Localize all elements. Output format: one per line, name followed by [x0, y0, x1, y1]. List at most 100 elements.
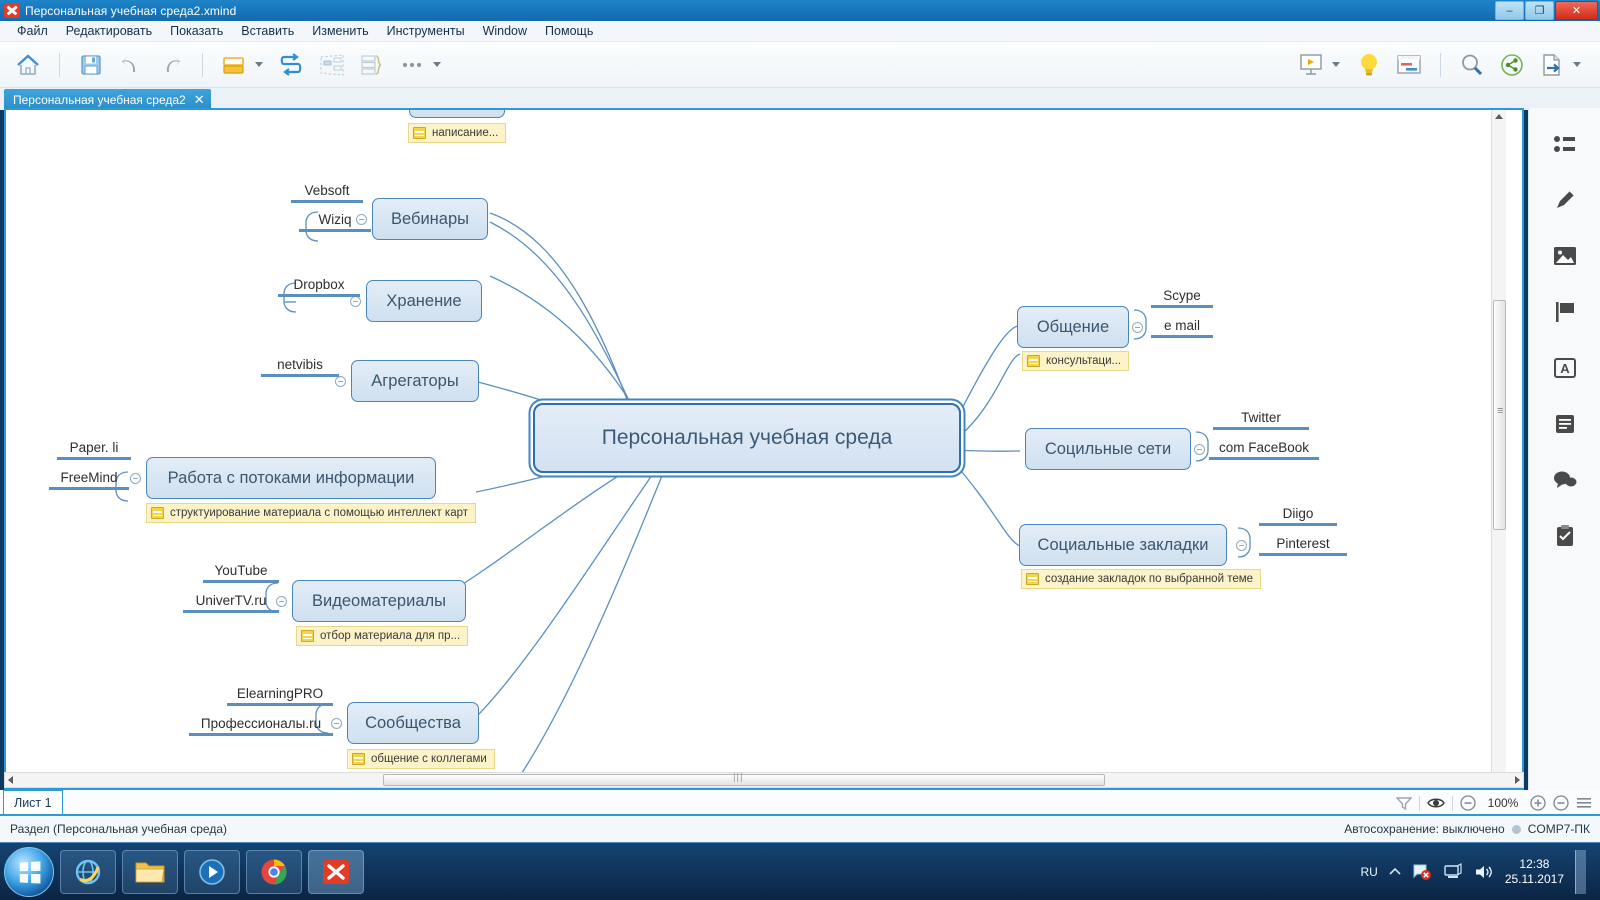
central-topic[interactable]: Персональная учебная среда [533, 403, 961, 473]
collapse-toggle-social-networks[interactable] [1194, 444, 1205, 455]
taskbar-xmind-icon[interactable] [308, 849, 364, 894]
export-icon[interactable] [1535, 48, 1569, 82]
minimize-button[interactable]: – [1495, 1, 1524, 20]
search-icon[interactable] [1455, 48, 1489, 82]
outline-icon[interactable] [1545, 122, 1585, 166]
note-communication[interactable]: консультаци... [1022, 351, 1130, 371]
taskbar-chrome-icon[interactable] [246, 849, 302, 894]
menu-file[interactable]: Файл [8, 22, 57, 40]
presentation-icon[interactable] [1294, 48, 1328, 82]
gantt-icon[interactable] [1392, 48, 1426, 82]
node-top-partial[interactable] [409, 110, 505, 118]
document-tab[interactable]: Персональная учебная среда2 ✕ [4, 89, 211, 110]
note-top-partial[interactable]: написание... [408, 123, 507, 143]
menu-window[interactable]: Window [474, 22, 536, 40]
node-video[interactable]: Видеоматериалы [292, 580, 466, 622]
undo-icon[interactable] [114, 48, 148, 82]
leaf-elearningpro[interactable]: ElearningPRO [227, 686, 333, 706]
menu-modify[interactable]: Изменить [303, 22, 377, 40]
leaf-wiziq[interactable]: Wiziq [299, 212, 371, 232]
image-icon[interactable] [1545, 234, 1585, 278]
export-dropdown-caret[interactable] [1573, 62, 1581, 67]
collapse-toggle-communication[interactable] [1132, 322, 1143, 333]
leaf-email[interactable]: e mail [1151, 318, 1213, 338]
leaf-pinterest[interactable]: Pinterest [1259, 536, 1347, 556]
maximize-button[interactable]: ❐ [1525, 1, 1554, 20]
mindmap-canvas[interactable]: написание... Персональная учебная среда … [6, 110, 1506, 772]
volume-icon[interactable] [1474, 863, 1494, 881]
leaf-professionaly[interactable]: Профессионалы.ru [189, 716, 333, 736]
scroll-right-arrow[interactable] [1515, 776, 1520, 784]
redo-icon[interactable] [154, 48, 188, 82]
node-info-flows[interactable]: Работа с потоками информации [146, 457, 436, 499]
presentation-dropdown-caret[interactable] [1332, 62, 1340, 67]
tray-expand-icon[interactable] [1389, 867, 1401, 877]
leaf-twitter[interactable]: Twitter [1213, 410, 1309, 430]
canvas-vertical-scrollbar[interactable] [1491, 110, 1506, 772]
close-icon[interactable]: ✕ [194, 92, 205, 108]
close-button[interactable]: ✕ [1555, 1, 1598, 20]
note-video[interactable]: отбор материала для пр... [296, 626, 469, 646]
boundary-icon[interactable] [315, 48, 349, 82]
menu-insert[interactable]: Вставить [232, 22, 303, 40]
note-communities[interactable]: общение с коллегами [347, 749, 495, 769]
action-center-icon[interactable] [1412, 863, 1432, 881]
scroll-up-arrow[interactable] [1495, 114, 1503, 119]
taskbar-media-icon[interactable] [184, 849, 240, 894]
menu-view[interactable]: Показать [161, 22, 232, 40]
taskbar-folder-icon[interactable] [122, 849, 178, 894]
note-info-flows[interactable]: структуирование материала с помощью инте… [146, 503, 476, 523]
horizontal-scroll-thumb[interactable] [383, 772, 1105, 786]
node-social-bookmarks[interactable]: Социальные закладки [1019, 524, 1227, 566]
vertical-scroll-thumb[interactable] [1493, 300, 1506, 530]
comments-icon[interactable] [1545, 458, 1585, 502]
save-icon[interactable] [74, 48, 108, 82]
node-social-networks[interactable]: Социльные сети [1025, 428, 1191, 470]
menu-list-icon[interactable] [1576, 796, 1592, 810]
menu-help[interactable]: Помощь [536, 22, 602, 40]
brainstorm-icon[interactable] [1352, 48, 1386, 82]
scroll-left-arrow[interactable] [8, 776, 13, 784]
collapse-toggle-social-bookmarks[interactable] [1236, 540, 1247, 551]
topic-dropdown-caret[interactable] [255, 62, 263, 67]
leaf-scype[interactable]: Scype [1151, 288, 1213, 308]
style-brush-icon[interactable] [1545, 178, 1585, 222]
collapse-toggle-info-flows[interactable] [130, 473, 141, 484]
fit-map-button[interactable] [1553, 795, 1569, 811]
leaf-vebsoft[interactable]: Vebsoft [291, 183, 363, 203]
taskbar-explorer-icon[interactable] [60, 849, 116, 894]
taskbar-clock[interactable]: 12:38 25.11.2017 [1505, 857, 1564, 887]
zoom-out-button[interactable] [1460, 795, 1476, 811]
language-indicator[interactable]: RU [1360, 865, 1377, 879]
home-icon[interactable] [11, 48, 45, 82]
leaf-netvibis[interactable]: netvibis [261, 357, 339, 377]
eye-icon[interactable] [1427, 796, 1445, 810]
topic-icon[interactable] [217, 48, 251, 82]
leaf-dropbox[interactable]: Dropbox [278, 277, 360, 297]
filter-icon[interactable] [1396, 796, 1412, 810]
marker-flag-icon[interactable] [1545, 290, 1585, 334]
leaf-freemind[interactable]: FreeMind [49, 470, 129, 490]
summary-icon[interactable] [355, 48, 389, 82]
node-communities[interactable]: Сообщества [347, 702, 479, 744]
note-social-bookmarks[interactable]: создание закладок по выбранной теме [1021, 569, 1262, 589]
node-webinars[interactable]: Вебинары [372, 198, 488, 240]
leaf-facebook[interactable]: com FaceBook [1209, 440, 1319, 460]
zoom-in-button[interactable] [1530, 795, 1546, 811]
leaf-diigo[interactable]: Diigo [1259, 506, 1337, 526]
node-storage[interactable]: Хранение [366, 280, 482, 322]
node-aggregators[interactable]: Агрегаторы [351, 360, 479, 402]
share-icon[interactable] [1495, 48, 1529, 82]
network-icon[interactable] [1443, 862, 1463, 881]
notes-icon[interactable] [1545, 402, 1585, 446]
leaf-univertv[interactable]: UniverTV.ru [183, 593, 279, 613]
relationship-icon[interactable] [275, 48, 309, 82]
start-button[interactable] [4, 846, 54, 897]
show-desktop-button[interactable] [1575, 849, 1586, 894]
node-communication[interactable]: Общение [1017, 306, 1129, 348]
menu-edit[interactable]: Редактировать [57, 22, 161, 40]
more-dropdown-caret[interactable] [433, 62, 441, 67]
collapse-toggle-storage[interactable] [350, 296, 361, 307]
leaf-paperli[interactable]: Paper. li [57, 440, 131, 460]
leaf-youtube[interactable]: YouTube [203, 563, 279, 583]
